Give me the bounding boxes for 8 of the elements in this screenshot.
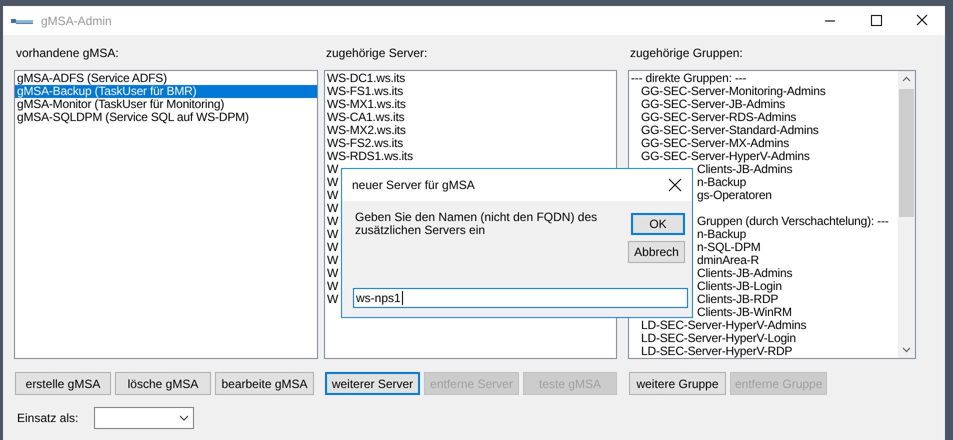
- usage-label: Einsatz als:: [17, 411, 80, 425]
- column-label: zugehörige Gruppen:: [629, 46, 744, 62]
- dialog-title: neuer Server für gMSA: [352, 178, 475, 192]
- dialog-message: Geben Sie den Namen (nicht den FQDN) des zusätzlichen Servers ein: [355, 211, 598, 237]
- list-heading: --- direkte Gruppen: ---: [630, 72, 746, 85]
- window-title: gMSA-Admin: [41, 14, 113, 28]
- column-label: vorhandene gMSA:: [15, 46, 120, 62]
- column-label: zugehörige Server:: [325, 46, 428, 62]
